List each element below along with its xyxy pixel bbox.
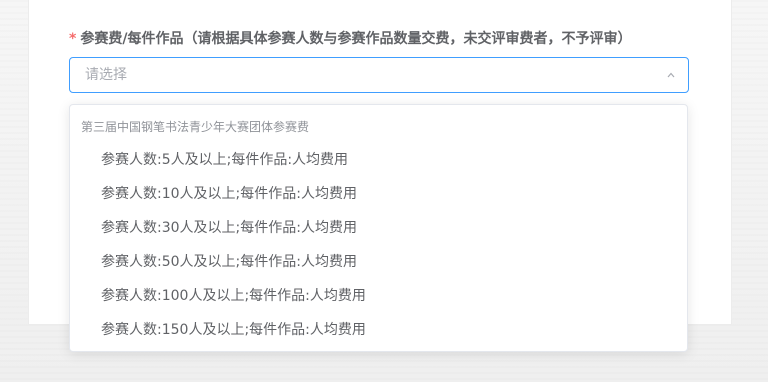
option-item[interactable]: 参赛人数:150人及以上;每件作品:人均费用 xyxy=(70,313,687,347)
option-item[interactable]: 参赛人数:50人及以上;每件作品:人均费用 xyxy=(70,245,687,279)
option-group-title: 第三届中国钢笔书法青少年大赛团体参赛费 xyxy=(81,120,310,134)
option-item[interactable]: 参赛人数:100人及以上;每件作品:人均费用 xyxy=(70,279,687,313)
field-label-text: 参赛费/每件作品（请根据具体参赛人数与参赛作品数量交费，未交评审费者，不予评审） xyxy=(80,31,632,47)
field-label: * 参赛费/每件作品（请根据具体参赛人数与参赛作品数量交费，未交评审费者，不予评审… xyxy=(69,29,631,49)
option-item[interactable]: 参赛人数:5人及以上;每件作品:人均费用 xyxy=(70,143,687,177)
required-mark: * xyxy=(69,31,77,47)
option-item[interactable]: 参赛人数:10人及以上;每件作品:人均费用 xyxy=(70,177,687,211)
fee-select[interactable]: 请选择 xyxy=(69,57,689,93)
select-dropdown: 第三届中国钢笔书法青少年大赛团体参赛费 参赛人数:5人及以上;每件作品:人均费用… xyxy=(69,104,688,352)
select-placeholder: 请选择 xyxy=(85,67,127,83)
chevron-up-icon[interactable] xyxy=(667,71,675,79)
option-item[interactable]: 参赛人数:30人及以上;每件作品:人均费用 xyxy=(70,211,687,245)
